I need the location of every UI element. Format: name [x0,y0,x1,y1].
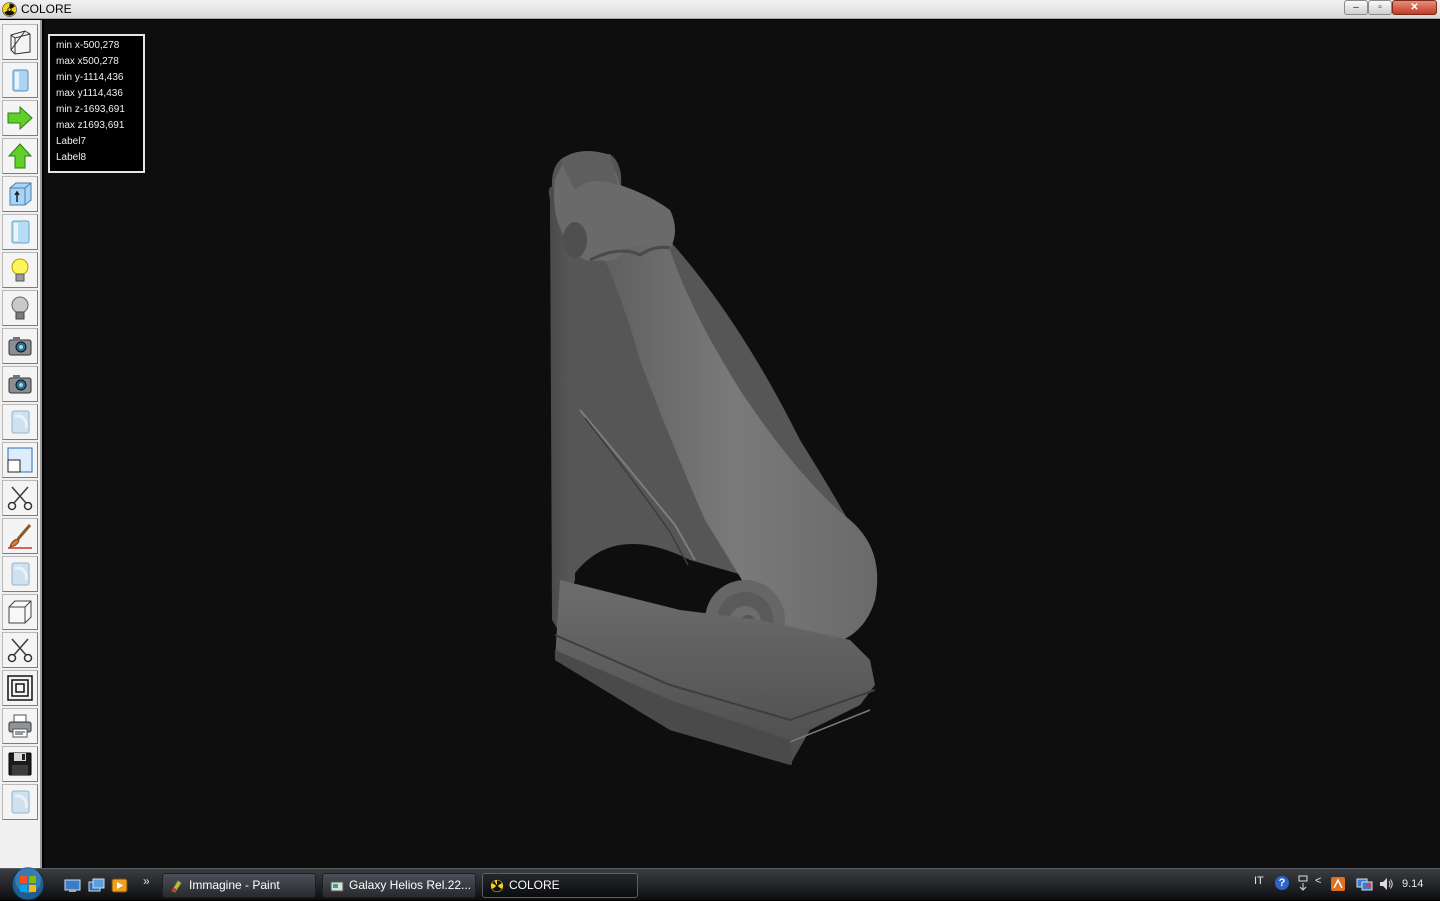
3d-corbel-model[interactable] [530,140,900,780]
show-desktop-icon[interactable] [64,878,81,893]
task-colore[interactable]: COLORE [482,873,638,898]
left-toolbar [0,20,42,868]
help-icon[interactable]: ? [1275,876,1289,890]
arrow-up-icon [7,143,33,169]
task-galaxy-helios[interactable]: Galaxy Helios Rel.22... [322,873,476,898]
network-tray-icon[interactable] [1297,874,1309,892]
close-button[interactable]: ✕ [1392,0,1437,15]
min-z-label: min z-1693,691 [56,104,125,115]
extrude-button[interactable] [2,176,38,212]
volume-icon[interactable] [1378,876,1394,892]
show-hidden-icons-button[interactable]: < [1315,875,1321,887]
cube-icon [8,600,32,624]
task-colore-label: COLORE [509,878,560,892]
texture-3-icon [11,790,30,814]
app-tray-icon[interactable] [1330,876,1346,892]
scissors-button[interactable] [2,480,38,516]
light-bulb-on-icon [11,258,29,282]
camera-2-button[interactable] [2,366,38,402]
max-y-label: max y1114,436 [56,88,123,99]
print-button[interactable] [2,708,38,744]
arrow-right-button[interactable] [2,100,38,136]
light-off-button[interactable] [2,290,38,326]
solid-view-icon [12,69,29,92]
light-on-button[interactable] [2,252,38,288]
printer-icon [8,714,32,738]
window-title: COLORE [21,2,72,16]
concentric-squares-button[interactable] [2,670,38,706]
extrude-icon [9,182,32,206]
texture-button[interactable] [2,404,38,440]
language-indicator[interactable]: IT [1254,875,1264,887]
brush-button[interactable] [2,518,38,554]
camera-icon [8,337,32,356]
texture-icon [11,410,30,434]
camera-2-icon [8,375,32,394]
box-view-icon [11,220,30,244]
max-z-label: max z1693,691 [56,120,125,131]
scissors-icon [7,486,33,511]
windows-taskbar: » Immagine - Paint Galaxy Helios Rel.22.… [0,867,1440,901]
radiation-app-icon [2,2,17,17]
scissors-2-icon [7,638,33,663]
window-frame-icon [7,447,33,473]
system-clock[interactable]: 9.14 [1402,878,1423,890]
window-titlebar[interactable]: COLORE – ▫ ✕ [0,0,1440,19]
scissors-2-button[interactable] [2,632,38,668]
paint-icon [171,880,182,893]
galaxy-helios-icon [330,881,344,892]
quicklaunch-more-button[interactable]: » [143,874,150,888]
network-status-icon[interactable] [1356,876,1374,892]
texture-2-icon [11,562,30,586]
media-player-icon[interactable] [111,878,128,893]
label8: Label8 [56,152,87,163]
task-paint[interactable]: Immagine - Paint [162,873,316,898]
light-bulb-off-icon [11,296,29,320]
wireframe-icon [10,30,31,55]
task-galaxy-helios-label: Galaxy Helios Rel.22... [349,878,472,892]
cube-button[interactable] [2,594,38,630]
save-disk-icon [8,752,32,776]
radiation-icon [490,879,504,893]
camera-button[interactable] [2,328,38,364]
start-button[interactable] [8,867,48,901]
window-frame-button[interactable] [2,442,38,478]
arrow-up-button[interactable] [2,138,38,174]
switch-windows-icon[interactable] [88,878,105,893]
texture-2-button[interactable] [2,556,38,592]
concentric-squares-icon [7,675,33,701]
min-x-label: min x-500,278 [56,40,120,51]
minimize-button[interactable]: – [1344,0,1368,15]
box-view-button[interactable] [2,214,38,250]
label7: Label7 [56,136,87,147]
brush-icon [8,524,32,549]
texture-3-button[interactable] [2,784,38,820]
task-paint-label: Immagine - Paint [189,878,280,892]
arrow-right-icon [7,105,33,131]
solid-view-button[interactable] [2,62,38,98]
max-x-label: max x500,278 [56,56,119,67]
maximize-button[interactable]: ▫ [1368,0,1392,15]
save-button[interactable] [2,746,38,782]
min-y-label: min y-1114,436 [56,72,124,83]
bounds-info-panel: min x-500,278 max x500,278 min y-1114,43… [48,34,145,173]
wireframe-button[interactable] [2,24,38,60]
